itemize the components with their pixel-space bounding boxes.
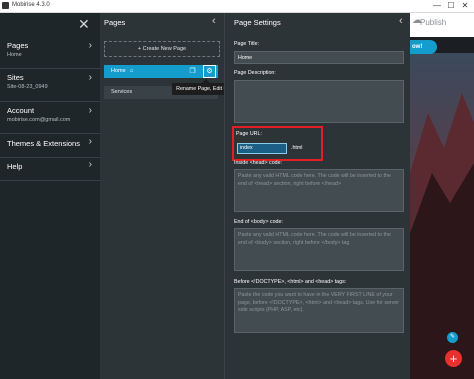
pages-header: Pages [104, 18, 126, 27]
head-code-input[interactable]: Paste any valid HTML code here. The code… [234, 169, 404, 212]
preview-cta-button[interactable]: ow! [410, 40, 437, 54]
edit-icon[interactable]: ✎ [447, 332, 458, 343]
maximize-button[interactable]: ☐ [446, 1, 456, 11]
page-description-label: Page Description: [234, 70, 276, 76]
create-page-button[interactable]: + Create New Page [104, 41, 220, 57]
page-title-label: Page Title: [234, 41, 260, 47]
chevron-left-icon[interactable]: ‹ [399, 15, 403, 27]
chevron-right-icon: › [88, 136, 92, 147]
add-block-button[interactable]: + [445, 350, 462, 367]
site-preview: ☁ Publish ow! ✎ + [410, 13, 474, 379]
divider [0, 101, 100, 102]
divider [0, 68, 100, 69]
divider [0, 180, 100, 181]
chevron-right-icon: › [88, 105, 92, 116]
page-url-input[interactable]: index [237, 143, 287, 154]
menu-item-label: Help [7, 162, 23, 171]
chevron-right-icon: › [88, 72, 92, 83]
window-titlebar: Mobirise 4.3.0 — ☐ ✕ [0, 0, 474, 13]
menu-item-sub: mobirise.com@gmail.com [7, 117, 71, 123]
app-logo-icon [2, 2, 9, 9]
gear-icon[interactable]: ⚙ [203, 65, 216, 78]
chevron-right-icon: › [88, 40, 92, 51]
page-settings-header: Page Settings [234, 18, 281, 27]
url-highlight-box: Page URL: index .html [232, 126, 323, 161]
menu-item-label: Sites [7, 73, 24, 82]
menu-item-label: Themes & Extensions [7, 139, 80, 148]
page-title-input[interactable]: Home [234, 51, 404, 64]
doctype-code-input[interactable]: Paste the code you want to have in the V… [234, 288, 404, 333]
menu-item-sites[interactable]: Sites Site-08-23_0949 › [0, 70, 100, 100]
publish-button[interactable]: Publish [420, 18, 446, 27]
chevron-left-icon[interactable]: ‹ [212, 15, 216, 27]
page-settings-panel: Page Settings ‹ Page Title: Home Page De… [224, 13, 411, 379]
close-icon[interactable]: ✕ [78, 16, 90, 33]
page-url-label: Page URL: [236, 131, 262, 137]
head-code-label: Inside <head> code: [234, 160, 283, 166]
window-title: Mobirise 4.3.0 [12, 2, 50, 8]
body-code-input[interactable]: Paste any valid HTML code here. The code… [234, 228, 404, 271]
preview-toolbar: ☁ Publish [410, 13, 474, 37]
mountain-background-image [410, 53, 474, 379]
pages-panel: Pages ‹ + Create New Page Home ⌂ ❐ ⚙ Ser… [100, 13, 224, 379]
menu-item-label: Account [7, 106, 35, 115]
menu-item-label: Pages [7, 41, 29, 50]
menu-item-account[interactable]: Account mobirise.com@gmail.com › [0, 103, 100, 133]
menu-item-pages[interactable]: Pages Home › [0, 38, 100, 68]
menu-item-help[interactable]: Help › [0, 157, 100, 179]
body-code-label: End of <body> code: [234, 219, 283, 225]
menu-item-themes[interactable]: Themes & Extensions › [0, 134, 100, 156]
page-item-home[interactable]: Home ⌂ ❐ ⚙ [104, 65, 218, 78]
menu-item-sub: Home [7, 52, 22, 58]
page-item-label: Services [111, 89, 133, 95]
doctype-code-label: Before <!DOCTYPE>, <html> and <head> tag… [234, 279, 347, 285]
minimize-button[interactable]: — [432, 1, 442, 11]
home-icon: ⌂ [129, 68, 134, 74]
page-item-label: Home [111, 68, 126, 74]
menu-item-sub: Site-08-23_0949 [7, 84, 48, 90]
duplicate-icon[interactable]: ❐ [187, 66, 198, 77]
close-window-button[interactable]: ✕ [460, 1, 470, 11]
chevron-right-icon: › [88, 159, 92, 170]
page-description-input[interactable] [234, 80, 404, 123]
main-menu: ✕ Pages Home › Sites Site-08-23_0949 › A… [0, 13, 100, 379]
url-extension: .html [291, 145, 303, 151]
